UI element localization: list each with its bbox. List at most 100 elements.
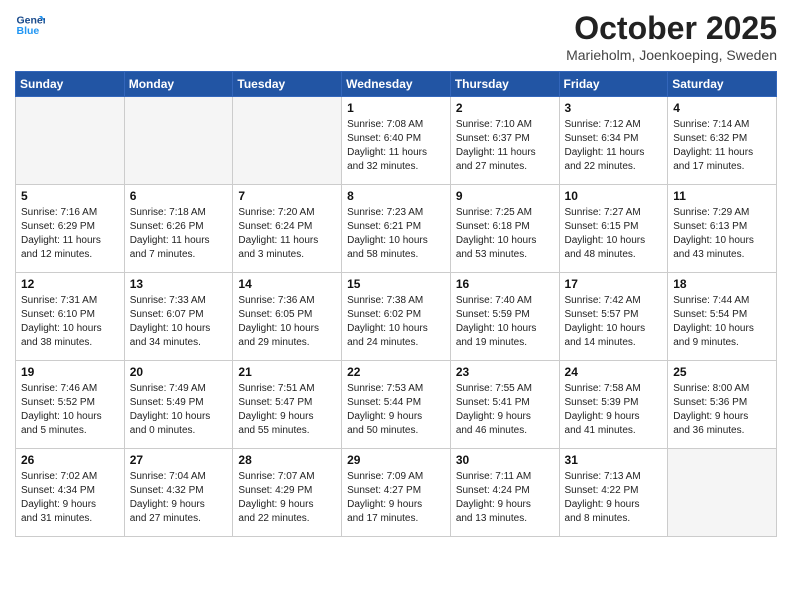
day-number: 17 [565,277,663,291]
calendar-cell: 15 Sunrise: 7:38 AM Sunset: 6:02 PM Dayli… [342,273,451,361]
day-number: 29 [347,453,445,467]
header: General Blue October 2025 Marieholm, Joe… [15,10,777,63]
day-info: Sunrise: 7:11 AM Sunset: 4:24 PM Dayligh… [456,470,554,526]
calendar-cell: 31 Sunrise: 7:13 AM Sunset: 4:22 PM Dayli… [559,449,668,537]
day-info: Sunrise: 7:16 AM Sunset: 6:29 PM Dayligh… [21,206,119,262]
calendar-cell: 18Sunrise: 7:44 AM Sunset: 5:54 PM Dayli… [668,273,777,361]
calendar: Sunday Monday Tuesday Wednesday Thursday… [15,71,777,537]
calendar-cell: 17 Sunrise: 7:42 AM Sunset: 5:57 PM Dayli… [559,273,668,361]
calendar-cell: 10 Sunrise: 7:27 AM Sunset: 6:15 PM Dayli… [559,185,668,273]
col-sunday: Sunday [16,72,125,97]
calendar-cell [124,97,233,185]
day-info: Sunrise: 7:31 AM Sunset: 6:10 PM Dayligh… [21,294,119,350]
calendar-cell: 29 Sunrise: 7:09 AM Sunset: 4:27 PM Dayli… [342,449,451,537]
day-number: 24 [565,365,663,379]
day-info: Sunrise: 7:38 AM Sunset: 6:02 PM Dayligh… [347,294,445,350]
day-info: Sunrise: 7:23 AM Sunset: 6:21 PM Dayligh… [347,206,445,262]
day-info: Sunrise: 7:51 AM Sunset: 5:47 PM Dayligh… [238,382,336,438]
calendar-cell: 20 Sunrise: 7:49 AM Sunset: 5:49 PM Dayli… [124,361,233,449]
week-row-0: 1Sunrise: 7:08 AM Sunset: 6:40 PM Daylig… [16,97,777,185]
day-number: 21 [238,365,336,379]
day-number: 31 [565,453,663,467]
day-info: Sunrise: 8:00 AM Sunset: 5:36 PM Dayligh… [673,382,771,438]
calendar-cell: 11Sunrise: 7:29 AM Sunset: 6:13 PM Dayli… [668,185,777,273]
day-info: Sunrise: 7:40 AM Sunset: 5:59 PM Dayligh… [456,294,554,350]
day-number: 23 [456,365,554,379]
calendar-cell: 25 Sunrise: 8:00 AM Sunset: 5:36 PM Dayli… [668,361,777,449]
calendar-cell: 6 Sunrise: 7:18 AM Sunset: 6:26 PM Daylig… [124,185,233,273]
calendar-cell: 5 Sunrise: 7:16 AM Sunset: 6:29 PM Daylig… [16,185,125,273]
calendar-cell [668,449,777,537]
day-info: Sunrise: 7:14 AM Sunset: 6:32 PM Dayligh… [673,118,771,174]
day-info: Sunrise: 7:27 AM Sunset: 6:15 PM Dayligh… [565,206,663,262]
day-info: Sunrise: 7:09 AM Sunset: 4:27 PM Dayligh… [347,470,445,526]
day-info: Sunrise: 7:10 AM Sunset: 6:37 PM Dayligh… [456,118,554,174]
col-thursday: Thursday [450,72,559,97]
day-info: Sunrise: 7:04 AM Sunset: 4:32 PM Dayligh… [130,470,228,526]
day-number: 26 [21,453,119,467]
logo-icon: General Blue [15,10,45,40]
calendar-cell: 2 Sunrise: 7:10 AM Sunset: 6:37 PM Daylig… [450,97,559,185]
calendar-cell: 9Sunrise: 7:25 AM Sunset: 6:18 PM Daylig… [450,185,559,273]
calendar-cell: 1Sunrise: 7:08 AM Sunset: 6:40 PM Daylig… [342,97,451,185]
calendar-cell: 21 Sunrise: 7:51 AM Sunset: 5:47 PM Dayli… [233,361,342,449]
day-number: 5 [21,189,119,203]
col-friday: Friday [559,72,668,97]
week-row-4: 26Sunrise: 7:02 AM Sunset: 4:34 PM Dayli… [16,449,777,537]
day-number: 14 [238,277,336,291]
calendar-cell: 8 Sunrise: 7:23 AM Sunset: 6:21 PM Daylig… [342,185,451,273]
day-info: Sunrise: 7:08 AM Sunset: 6:40 PM Dayligh… [347,118,445,174]
calendar-cell: 12Sunrise: 7:31 AM Sunset: 6:10 PM Dayli… [16,273,125,361]
day-number: 10 [565,189,663,203]
calendar-cell [233,97,342,185]
day-number: 20 [130,365,228,379]
week-row-1: 5 Sunrise: 7:16 AM Sunset: 6:29 PM Daylig… [16,185,777,273]
calendar-cell [16,97,125,185]
day-number: 25 [673,365,771,379]
day-info: Sunrise: 7:42 AM Sunset: 5:57 PM Dayligh… [565,294,663,350]
calendar-cell: 24 Sunrise: 7:58 AM Sunset: 5:39 PM Dayli… [559,361,668,449]
calendar-cell: 27 Sunrise: 7:04 AM Sunset: 4:32 PM Dayli… [124,449,233,537]
calendar-cell: 28Sunrise: 7:07 AM Sunset: 4:29 PM Dayli… [233,449,342,537]
day-info: Sunrise: 7:12 AM Sunset: 6:34 PM Dayligh… [565,118,663,174]
day-info: Sunrise: 7:58 AM Sunset: 5:39 PM Dayligh… [565,382,663,438]
day-number: 30 [456,453,554,467]
day-number: 2 [456,101,554,115]
col-saturday: Saturday [668,72,777,97]
header-row: Sunday Monday Tuesday Wednesday Thursday… [16,72,777,97]
calendar-cell: 23Sunrise: 7:55 AM Sunset: 5:41 PM Dayli… [450,361,559,449]
day-info: Sunrise: 7:36 AM Sunset: 6:05 PM Dayligh… [238,294,336,350]
day-number: 4 [673,101,771,115]
calendar-cell: 22 Sunrise: 7:53 AM Sunset: 5:44 PM Dayli… [342,361,451,449]
day-info: Sunrise: 7:07 AM Sunset: 4:29 PM Dayligh… [238,470,336,526]
day-number: 8 [347,189,445,203]
svg-text:Blue: Blue [17,25,40,37]
week-row-3: 19 Sunrise: 7:46 AM Sunset: 5:52 PM Dayli… [16,361,777,449]
calendar-cell: 19 Sunrise: 7:46 AM Sunset: 5:52 PM Dayli… [16,361,125,449]
day-info: Sunrise: 7:18 AM Sunset: 6:26 PM Dayligh… [130,206,228,262]
day-info: Sunrise: 7:46 AM Sunset: 5:52 PM Dayligh… [21,382,119,438]
day-number: 27 [130,453,228,467]
day-number: 6 [130,189,228,203]
calendar-cell: 26Sunrise: 7:02 AM Sunset: 4:34 PM Dayli… [16,449,125,537]
day-number: 19 [21,365,119,379]
day-info: Sunrise: 7:53 AM Sunset: 5:44 PM Dayligh… [347,382,445,438]
calendar-cell: 30 Sunrise: 7:11 AM Sunset: 4:24 PM Dayli… [450,449,559,537]
day-info: Sunrise: 7:33 AM Sunset: 6:07 PM Dayligh… [130,294,228,350]
day-number: 18 [673,277,771,291]
calendar-cell: 14 Sunrise: 7:36 AM Sunset: 6:05 PM Dayli… [233,273,342,361]
calendar-cell: 13 Sunrise: 7:33 AM Sunset: 6:07 PM Dayli… [124,273,233,361]
day-info: Sunrise: 7:13 AM Sunset: 4:22 PM Dayligh… [565,470,663,526]
page: General Blue October 2025 Marieholm, Joe… [0,0,792,552]
day-number: 11 [673,189,771,203]
subtitle: Marieholm, Joenkoeping, Sweden [566,47,777,63]
day-number: 15 [347,277,445,291]
day-number: 22 [347,365,445,379]
day-number: 3 [565,101,663,115]
day-info: Sunrise: 7:20 AM Sunset: 6:24 PM Dayligh… [238,206,336,262]
calendar-cell: 7Sunrise: 7:20 AM Sunset: 6:24 PM Daylig… [233,185,342,273]
day-info: Sunrise: 7:49 AM Sunset: 5:49 PM Dayligh… [130,382,228,438]
calendar-cell: 3 Sunrise: 7:12 AM Sunset: 6:34 PM Daylig… [559,97,668,185]
day-number: 13 [130,277,228,291]
week-row-2: 12Sunrise: 7:31 AM Sunset: 6:10 PM Dayli… [16,273,777,361]
